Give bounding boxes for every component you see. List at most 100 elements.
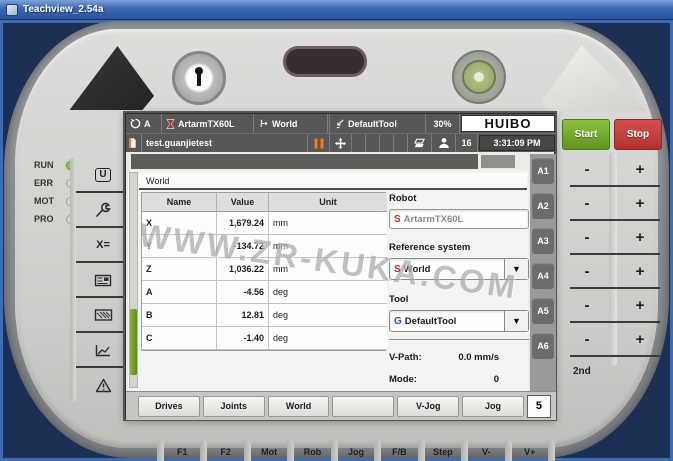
jog-plus-a1[interactable]: + (623, 157, 657, 181)
fb-button[interactable]: F/B (381, 447, 417, 457)
mode-row: Mode: 0 (389, 368, 529, 390)
emergency-stop-button[interactable] (452, 50, 506, 104)
row-x-unit: mm (269, 212, 387, 235)
fkey-divider (287, 440, 294, 461)
fkey-divider (418, 440, 425, 461)
fkey-divider (374, 440, 381, 461)
jog-minus-a3[interactable]: - (570, 225, 604, 249)
coordinates-table: Name Value Unit X 1,679.24 mm Y -134.72 … (141, 192, 386, 351)
jog-minus-a1[interactable]: - (570, 157, 604, 181)
row-a-name: A (142, 281, 217, 304)
brand-logo: HUIBO (461, 115, 555, 132)
chart-key-button[interactable] (80, 337, 126, 363)
rob-button[interactable]: Rob (294, 447, 330, 457)
tab-world[interactable]: World (268, 396, 330, 417)
fkey-divider (157, 440, 164, 461)
x-equals-icon: X= (96, 239, 110, 251)
tab-jog[interactable]: Jog (462, 396, 524, 417)
mode-key-switch[interactable] (172, 51, 226, 105)
tab-drives[interactable]: Drives (138, 396, 200, 417)
v-minus-button[interactable]: V- (468, 447, 504, 457)
reference-dropdown[interactable]: S World ▼ (389, 258, 529, 280)
fkey-divider (200, 440, 207, 461)
row-z-name: Z (142, 258, 217, 281)
axis-label-a3: A3 (532, 228, 554, 254)
program-name-cell[interactable]: test.guanjietest (142, 134, 308, 152)
f2-button[interactable]: F2 (207, 447, 243, 457)
reference-cell[interactable]: World (254, 114, 328, 133)
pause-cell[interactable] (308, 134, 330, 152)
jog-minus-a2[interactable]: - (570, 191, 604, 215)
row-c-value: -1.40 (217, 327, 269, 350)
mot-button[interactable]: Mot (251, 447, 287, 457)
tool-name: DefaultTool (348, 119, 397, 129)
stop-button[interactable]: Stop (614, 119, 662, 150)
message-bar (131, 154, 478, 169)
axis-label-a5: A5 (532, 298, 554, 324)
tab-joints[interactable]: Joints (203, 396, 265, 417)
tool-dropdown[interactable]: G DefaultTool ▼ (389, 310, 529, 332)
program-name: test.guanjietest (146, 138, 212, 148)
program-bar: test.guanjietest (126, 133, 556, 152)
program-icon-cell (126, 134, 142, 152)
setup-key-button[interactable] (80, 197, 126, 223)
tool-label: Tool (389, 294, 529, 305)
v-plus-button[interactable]: V+ (512, 447, 548, 457)
window-title: Teachview_2.54a (23, 4, 103, 15)
fkey-divider (505, 440, 512, 461)
speaker-slot (283, 46, 367, 77)
jog-divider (570, 185, 660, 187)
step-button[interactable]: Step (425, 447, 461, 457)
window-titlebar[interactable]: Teachview_2.54a (0, 0, 673, 20)
jog-minus-a6[interactable]: - (570, 327, 604, 351)
start-button[interactable]: Start (562, 119, 610, 150)
message-key-button[interactable] (80, 372, 126, 398)
tab-vjog[interactable]: V-Jog (397, 396, 459, 417)
jog-plus-a4[interactable]: + (623, 259, 657, 283)
editor-key-button[interactable] (80, 267, 126, 293)
tool-icon (334, 118, 345, 129)
row-y-unit: mm (269, 235, 387, 258)
jog-button[interactable]: Jog (338, 447, 374, 457)
jog-plus-a6[interactable]: + (623, 327, 657, 351)
row-b-unit: deg (269, 304, 387, 327)
col-header-value: Value (217, 193, 269, 212)
user-icon (438, 137, 450, 149)
jog-minus-a5[interactable]: - (570, 293, 604, 317)
layers-cell[interactable] (408, 134, 432, 152)
second-function-button[interactable]: 2nd (573, 366, 591, 377)
jog-plus-a2[interactable]: + (623, 191, 657, 215)
variable-key-button[interactable]: X= (80, 232, 126, 258)
jog-divider (570, 287, 660, 289)
robot-field[interactable]: S ArtarmTX60L (389, 209, 529, 229)
tool-cell[interactable]: DefaultTool (330, 114, 426, 133)
mode-value-panel: 0 (437, 374, 499, 385)
mode-icon (130, 118, 141, 129)
key-switch-face (184, 63, 214, 93)
scrollbar-thumb[interactable] (130, 309, 137, 375)
mode-cell[interactable]: A (126, 114, 162, 133)
left-key-divider (76, 261, 126, 263)
editor-icon (94, 273, 113, 288)
override-cell[interactable]: 30% (426, 114, 460, 133)
jog-plus-a3[interactable]: + (623, 225, 657, 249)
layers-icon (413, 137, 426, 149)
robot-cell[interactable]: ArtarmTX60L (162, 114, 254, 133)
jog-minus-a4[interactable]: - (570, 259, 604, 283)
chevron-down-icon: ▼ (504, 311, 528, 331)
led-label-mot: MOT (34, 196, 62, 206)
wrench-icon (94, 201, 112, 219)
reference-label: Reference system (389, 242, 529, 253)
jog-mode-cell[interactable] (330, 134, 352, 152)
row-b-value: 12.81 (217, 304, 269, 327)
jog-plus-a5[interactable]: + (623, 293, 657, 317)
row-a-unit: deg (269, 281, 387, 304)
keyboard-key-button[interactable] (80, 302, 126, 328)
user-key-button[interactable]: U (80, 162, 126, 188)
user-cell[interactable] (432, 134, 456, 152)
world-frame-icon (258, 118, 269, 129)
col-header-unit: Unit (269, 193, 387, 212)
f1-button[interactable]: F1 (164, 447, 200, 457)
row-z-unit: mm (269, 258, 387, 281)
axis-label-a4: A4 (532, 263, 554, 289)
